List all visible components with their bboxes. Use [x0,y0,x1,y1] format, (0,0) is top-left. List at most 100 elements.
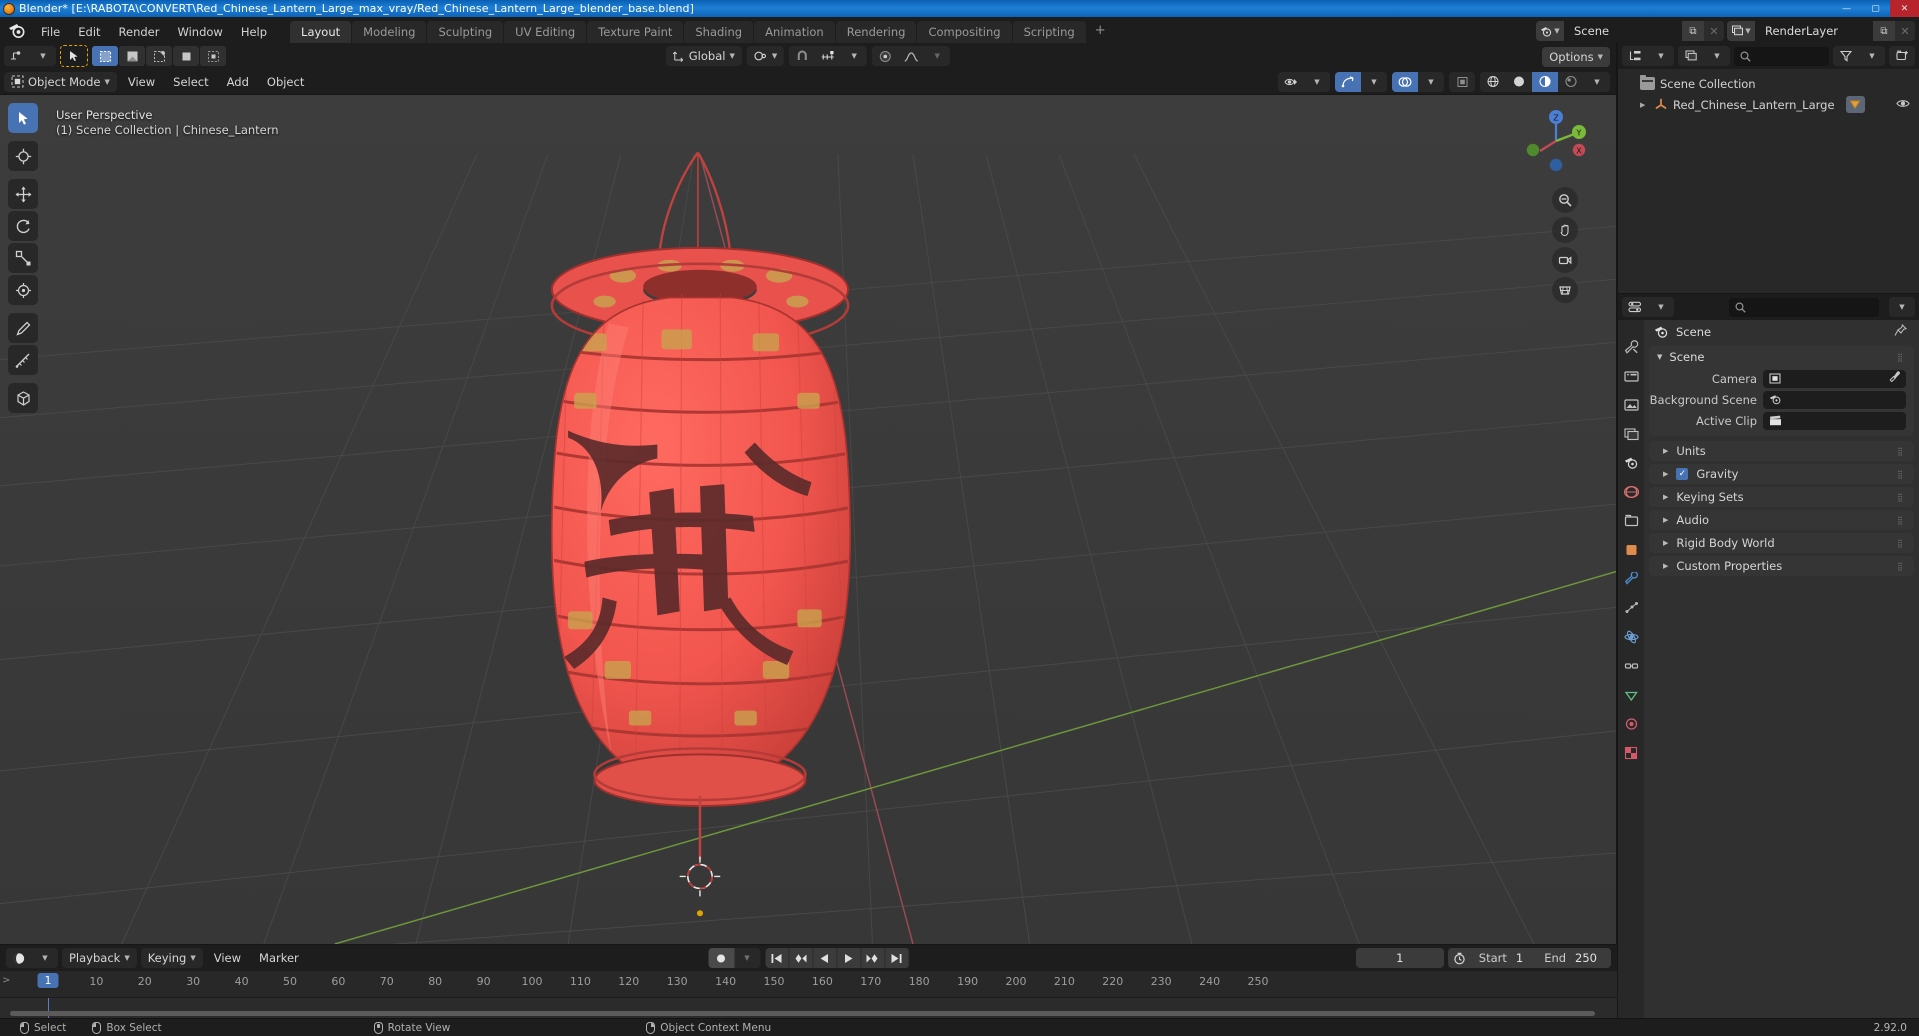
properties-tab-scene[interactable] [1622,454,1640,472]
viewport-menu-select[interactable]: Select [166,72,215,92]
sidebar-toggle-arrow-icon[interactable]: > [2,975,10,986]
chevron-down-icon[interactable]: ▼ [841,46,868,66]
disclosure-triangle-icon[interactable]: ▶ [1663,539,1668,547]
measure-tool[interactable] [8,345,38,375]
new-collection-button[interactable] [1889,46,1915,66]
current-frame-field[interactable]: 1 [1355,948,1444,968]
properties-tab-object[interactable] [1622,541,1640,559]
chevron-down-icon[interactable]: ▼ [1889,297,1915,317]
disclosure-triangle-icon[interactable]: ▶ [1663,470,1668,478]
tab-shading[interactable]: Shading [684,21,754,43]
navigation-gizmo[interactable]: Z Y X [1520,105,1592,177]
viewport-menu-view[interactable]: View [121,72,162,92]
chevron-down-icon[interactable]: ▼ [30,46,56,66]
scale-tool[interactable] [8,243,38,273]
select-subtract-icon[interactable] [146,46,172,66]
disclosure-triangle-icon[interactable]: ▶ [1640,101,1649,109]
tab-modeling[interactable]: Modeling [352,21,427,43]
scene-panel-header[interactable]: ▼ Scene ⣿ [1649,346,1914,368]
play-reverse-button[interactable] [813,948,836,968]
rotate-tool[interactable] [8,211,38,241]
outliner-search-input[interactable] [1734,46,1829,66]
menu-file[interactable]: File [32,22,69,43]
tab-compositing[interactable]: Compositing [917,21,1012,43]
outliner-row-lantern-object[interactable]: ▶ Red_Chinese_Lantern_Large [1618,94,1919,115]
properties-icon[interactable] [1622,297,1648,317]
show-gizmo-icon[interactable] [1335,71,1361,92]
zoom-icon[interactable] [1552,187,1578,213]
properties-tab-render[interactable] [1622,367,1640,385]
add-workspace-button[interactable]: + [1087,21,1114,43]
proportional-edit-icon[interactable] [872,46,899,66]
select-set-icon[interactable] [92,46,118,66]
chevron-down-icon[interactable]: ▼ [734,948,760,968]
outliner-filter-dropdown[interactable]: ▼ [1833,46,1885,66]
properties-tab-data[interactable] [1622,686,1640,704]
viewlayer-name-field[interactable]: RenderLayer [1755,21,1873,41]
background-scene-field[interactable] [1763,390,1906,409]
filter-funnel-icon[interactable] [1833,46,1859,66]
gravity-checkbox[interactable]: ✓ [1676,468,1689,480]
3d-viewport[interactable]: User Perspective (1) Scene Collection | … [0,95,1616,944]
tab-uv-editing[interactable]: UV Editing [504,21,587,43]
disclosure-triangle-icon[interactable]: ▶ [1663,447,1668,455]
play-button[interactable] [837,948,860,968]
falloff-curve-icon[interactable] [898,46,925,66]
xray-icon[interactable] [1449,71,1475,92]
select-invert-icon[interactable] [173,46,199,66]
timeline-menu-playback[interactable]: Playback ▼ [62,948,137,968]
camera-icon[interactable] [1552,247,1578,273]
new-collection-icon[interactable] [1889,46,1915,66]
properties-tab-constraints[interactable] [1622,657,1640,675]
pin-icon[interactable] [1894,323,1908,340]
tab-animation[interactable]: Animation [754,21,835,43]
jump-to-next-keyframe-button[interactable] [861,948,884,968]
snap-to-increment-icon[interactable] [815,46,842,66]
timeline-horizontal-scrollbar[interactable] [10,1011,1595,1016]
scene-name-field[interactable]: Scene [1564,21,1682,41]
properties-tab-collection[interactable] [1622,512,1640,530]
properties-tab-material[interactable] [1622,715,1640,733]
panel-units[interactable]: ▶ Units ⣿ [1649,441,1914,461]
viewlayer-display-icon[interactable] [1678,46,1704,66]
chevron-down-icon[interactable]: ▼ [1648,297,1674,317]
eyedropper-icon[interactable] [1889,371,1901,386]
minimize-button[interactable]: — [1832,0,1861,17]
panel-keying-sets[interactable]: ▶ Keying Sets ⣿ [1649,487,1914,507]
snapping-controls[interactable]: ▼ [789,46,868,66]
timeline-menu-marker[interactable]: Marker [252,948,306,968]
chevron-down-icon[interactable]: ▼ [1859,46,1885,66]
outliner-icon[interactable] [1622,46,1648,66]
properties-editor-type-selector[interactable]: ▼ [1622,297,1674,317]
tab-texture-paint[interactable]: Texture Paint [587,21,684,43]
close-button[interactable]: ✕ [1890,0,1919,17]
active-tool-indicator[interactable] [60,45,88,67]
properties-tab-physics[interactable] [1622,628,1640,646]
snap-magnet-icon[interactable] [789,46,816,66]
cursor-tool[interactable] [8,141,38,171]
auto-keying-toggle[interactable]: ▼ [708,948,760,968]
playhead-frame-badge[interactable]: 1 [37,973,59,988]
transform-orientation-dropdown[interactable]: Global ▼ [665,46,742,66]
add-cube-tool[interactable] [8,383,38,413]
properties-tab-output[interactable] [1622,396,1640,414]
transform-tool[interactable] [8,275,38,305]
panel-gravity[interactable]: ▶ ✓ Gravity ⣿ [1649,464,1914,484]
viewlayer-icon[interactable]: ▼ [1727,21,1755,41]
timeline-icon[interactable] [6,948,32,968]
menu-window[interactable]: Window [168,22,231,43]
disclosure-triangle-icon[interactable]: ▶ [1663,493,1668,501]
show-overlays-icon[interactable] [1392,71,1418,92]
end-frame-value[interactable]: 250 [1573,951,1611,965]
gizmo-controls[interactable]: ▼ [1335,71,1387,92]
wireframe-shading-icon[interactable] [1480,71,1506,92]
panel-rigid-body-world[interactable]: ▶ Rigid Body World ⣿ [1649,533,1914,553]
remove-viewlayer-button[interactable]: ✕ [1895,21,1915,41]
select-intersect-icon[interactable] [200,46,226,66]
viewlayer-selector[interactable]: ▼ RenderLayer ⧉ ✕ [1727,21,1915,41]
annotate-tool[interactable] [8,313,38,343]
timeline-menu-keying[interactable]: Keying ▼ [140,948,203,968]
visibility-eye-icon[interactable] [1896,98,1910,112]
viewport-menu-add[interactable]: Add [220,72,256,92]
editor-type-selector[interactable]: ▼ [4,46,56,66]
